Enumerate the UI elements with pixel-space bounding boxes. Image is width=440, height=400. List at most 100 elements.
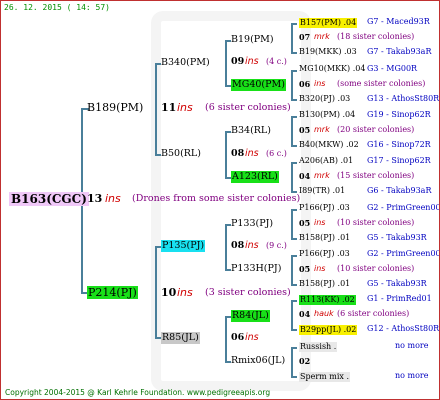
gen4-ins: ins [245,148,259,159]
connector [291,238,297,240]
gen4-ins: ins [245,240,259,251]
connector [291,70,297,72]
gen2-name[interactable]: B189(PM) [87,102,143,113]
gen5-year: 02 [299,356,311,366]
gen5-name[interactable]: B158(PJ) .01 [299,234,350,242]
gen5-year: 07 [299,32,311,42]
gen5-year: 05 [299,264,311,274]
gen5-name[interactable]: MG10(MKK) .04 [299,65,365,73]
gen5-origin: G2 - PrimGreen00 [367,249,440,258]
connector [291,300,297,302]
gen5-note: (20 sister colonies) [337,125,415,134]
connector [291,255,293,285]
queen-year: 13 [87,192,103,205]
gen5-name[interactable]: B158(PJ) .01 [299,280,350,288]
gen5-name[interactable]: B40(MKW) .02 [299,141,359,149]
gen5-year: 06 [299,79,311,89]
connector [225,316,227,362]
connector [225,224,227,270]
gen3-name[interactable]: B340(PM) [161,58,210,68]
gen2-year: 10 [161,286,177,299]
connector [291,162,297,164]
gen4-name[interactable]: P133(PJ) [231,219,273,229]
gen4-name[interactable]: B19(PM) [231,35,274,45]
connector [225,131,227,178]
gen5-name[interactable]: B320(PJ) .03 [299,95,350,103]
gen2-note: (3 sister colonies) [205,287,291,298]
queen-name[interactable]: B163(CGC) [9,192,89,206]
gen5-name[interactable]: B19(MKK) .03 [299,48,357,56]
gen5-ins: ins [314,264,326,273]
gen5-ins: mrk [314,125,330,134]
gen5-origin: G16 - Sinop72R [367,140,431,149]
connector [291,376,297,378]
queen-ins: ins [105,192,121,205]
gen5-name[interactable]: Sperm mix . [299,372,351,382]
connector [291,347,293,377]
gen5-origin: G13 - AthosSt80R [367,94,440,103]
connector [291,116,293,146]
gen3-name[interactable]: P135(PJ) [161,240,206,252]
connector [291,209,293,239]
copyright-footer: Copyright 2004-2015 @ Karl Kehrle Founda… [5,388,271,397]
gen5-origin: G2 - PrimGreen00 [367,203,440,212]
gen5-origin: G5 - Takab93R [367,233,427,242]
gen2-ins: ins [177,101,193,114]
gen5-note: (10 sister colonies) [337,264,415,273]
gen5-origin: no more [395,371,429,380]
connector [291,99,297,101]
gen5-origin: G7 - Takab93aR [367,47,432,56]
gen4-name[interactable]: A123(RL) [231,171,279,183]
gen5-name[interactable]: B130(PM) .04 [299,111,355,119]
connector [291,23,293,53]
date-header: 26. 12. 2015 ( 14: 57) [4,3,110,12]
gen5-note: (15 sister colonies) [337,171,415,180]
gen3-name[interactable]: B50(RL) [161,149,201,159]
gen5-name[interactable]: B157(PM) .04 [299,18,358,28]
gen5-name[interactable]: R113(KK) .02 [299,295,356,305]
pedigree-frame: 26. 12. 2015 ( 14: 57) B163(CGC) 13 ins … [0,0,440,400]
gen5-note: (6 sister colonies) [337,309,410,318]
gen5-ins: mrk [314,171,330,180]
gen5-origin: G5 - Takab93R [367,279,427,288]
gen4-name[interactable]: MG40(PM) [231,79,286,91]
gen5-ins: ins [314,218,326,227]
gen4-ins: ins [245,332,259,343]
queen-note: (Drones from some sister colonies) [132,193,301,204]
connector [155,63,157,155]
gen5-year: 05 [299,125,311,135]
gen5-ins: ins [314,79,326,88]
gen4-name[interactable]: B34(RL) [231,126,271,136]
gen3-name[interactable]: R85(JL) [161,332,200,344]
gen5-origin: G19 - Sinop62R [367,110,431,119]
gen5-year: 04 [299,171,311,181]
gen5-name[interactable]: P166(PJ) .03 [299,250,350,258]
gen5-name[interactable]: P166(PJ) .03 [299,204,350,212]
gen5-note: (18 sister colonies) [337,32,415,41]
gen5-name[interactable]: Russish . [299,342,338,352]
gen5-origin: G1 - PrimRed01 [367,294,432,303]
gen4-name[interactable]: P133H(PJ) [231,264,281,274]
gen5-note: (10 sister colonies) [337,218,415,227]
gen5-year: 05 [299,218,311,228]
gen5-origin: G3 - MG00R [367,64,418,73]
gen2-note: (6 sister colonies) [205,102,291,113]
gen2-name[interactable]: P214(PJ) [87,286,138,299]
gen4-ins: ins [245,56,259,67]
gen4-name[interactable]: R84(JL) [231,310,270,322]
gen4-note: (6 c.) [266,149,287,158]
gen5-origin: G7 - Maced93R [367,17,430,26]
gen5-year: 04 [299,309,311,319]
gen5-name[interactable]: A206(AB) .01 [299,157,353,165]
gen2-year: 11 [161,101,177,114]
connector [291,145,297,147]
connector [291,52,297,54]
gen5-origin: G12 - AthosSt80R [367,324,440,333]
connector [291,255,297,257]
gen5-name[interactable]: I89(TR) .01 [299,187,345,195]
gen5-name[interactable]: B29pp(JL) .02 [299,325,358,335]
connector [291,284,297,286]
gen4-name[interactable]: Rmix06(JL) [231,356,285,366]
connector [225,40,227,86]
gen4-year: 08 [231,148,245,159]
